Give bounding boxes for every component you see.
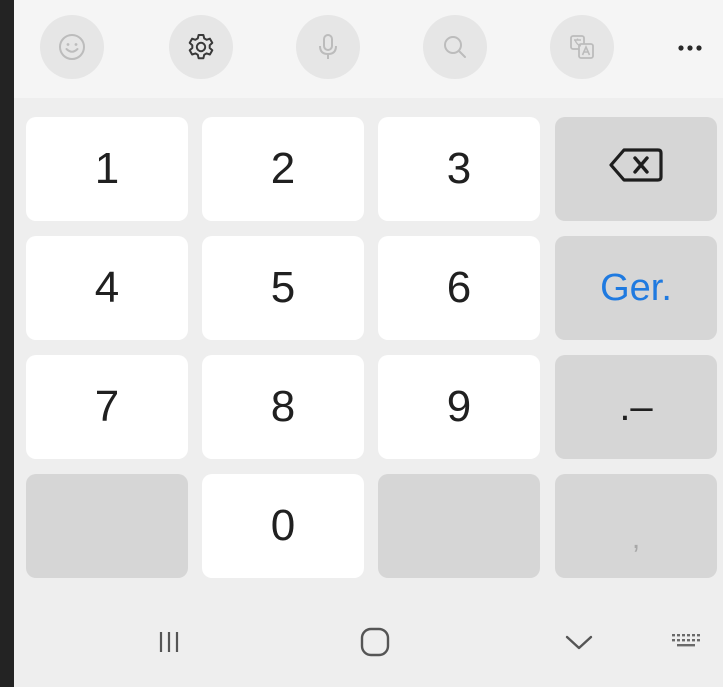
comma-key-label: , bbox=[631, 522, 641, 555]
key-7[interactable]: 7 bbox=[26, 355, 188, 459]
keyboard-toolbar bbox=[14, 0, 723, 98]
key-2[interactable]: 2 bbox=[202, 117, 364, 221]
search-button[interactable] bbox=[423, 15, 487, 79]
hide-keyboard-button[interactable] bbox=[554, 624, 604, 664]
more-options-button[interactable] bbox=[670, 30, 710, 66]
emoji-icon bbox=[57, 32, 87, 62]
key-0[interactable]: 0 bbox=[202, 474, 364, 578]
emoji-button[interactable] bbox=[40, 15, 104, 79]
key-1-label: 1 bbox=[94, 144, 120, 193]
numeric-keyboard: 1 2 3 4 5 6 Ger. 7 8 9 .– 0 , bbox=[14, 0, 723, 687]
backspace-icon bbox=[608, 144, 664, 194]
chevron-down-icon bbox=[564, 632, 594, 657]
microphone-icon bbox=[313, 32, 343, 62]
more-horizontal-icon bbox=[677, 39, 703, 57]
home-icon bbox=[359, 626, 391, 663]
key-6[interactable]: 6 bbox=[378, 236, 540, 340]
key-6-label: 6 bbox=[446, 263, 472, 312]
key-8[interactable]: 8 bbox=[202, 355, 364, 459]
key-5[interactable]: 5 bbox=[202, 236, 364, 340]
translate-icon bbox=[567, 32, 597, 62]
comma-key[interactable]: , bbox=[555, 474, 717, 578]
key-5-label: 5 bbox=[270, 263, 296, 312]
dot-dash-key-label: .– bbox=[619, 384, 653, 429]
home-button[interactable] bbox=[350, 624, 400, 664]
key-7-label: 7 bbox=[94, 382, 120, 431]
key-0-label: 0 bbox=[270, 501, 296, 550]
search-icon bbox=[440, 32, 470, 62]
screen-edge bbox=[0, 0, 14, 687]
key-3-label: 3 bbox=[446, 144, 472, 193]
go-key[interactable]: Ger. bbox=[555, 236, 717, 340]
key-4[interactable]: 4 bbox=[26, 236, 188, 340]
blank-key-left[interactable] bbox=[26, 474, 188, 578]
recent-apps-icon bbox=[156, 629, 182, 660]
backspace-key[interactable] bbox=[555, 117, 717, 221]
key-9[interactable]: 9 bbox=[378, 355, 540, 459]
recent-apps-button[interactable] bbox=[144, 624, 194, 664]
settings-button[interactable] bbox=[169, 15, 233, 79]
key-4-label: 4 bbox=[94, 263, 120, 312]
key-3[interactable]: 3 bbox=[378, 117, 540, 221]
go-key-label: Ger. bbox=[600, 266, 672, 309]
gear-icon bbox=[185, 31, 217, 63]
key-1[interactable]: 1 bbox=[26, 117, 188, 221]
dot-dash-key[interactable]: .– bbox=[555, 355, 717, 459]
keyboard-switch-button[interactable] bbox=[664, 624, 708, 664]
translate-button[interactable] bbox=[550, 15, 614, 79]
key-2-label: 2 bbox=[270, 144, 296, 193]
navigation-bar bbox=[14, 596, 723, 687]
keyboard-icon bbox=[671, 632, 701, 657]
key-8-label: 8 bbox=[270, 382, 296, 431]
voice-input-button[interactable] bbox=[296, 15, 360, 79]
key-9-label: 9 bbox=[446, 382, 472, 431]
blank-key-middle[interactable] bbox=[378, 474, 540, 578]
